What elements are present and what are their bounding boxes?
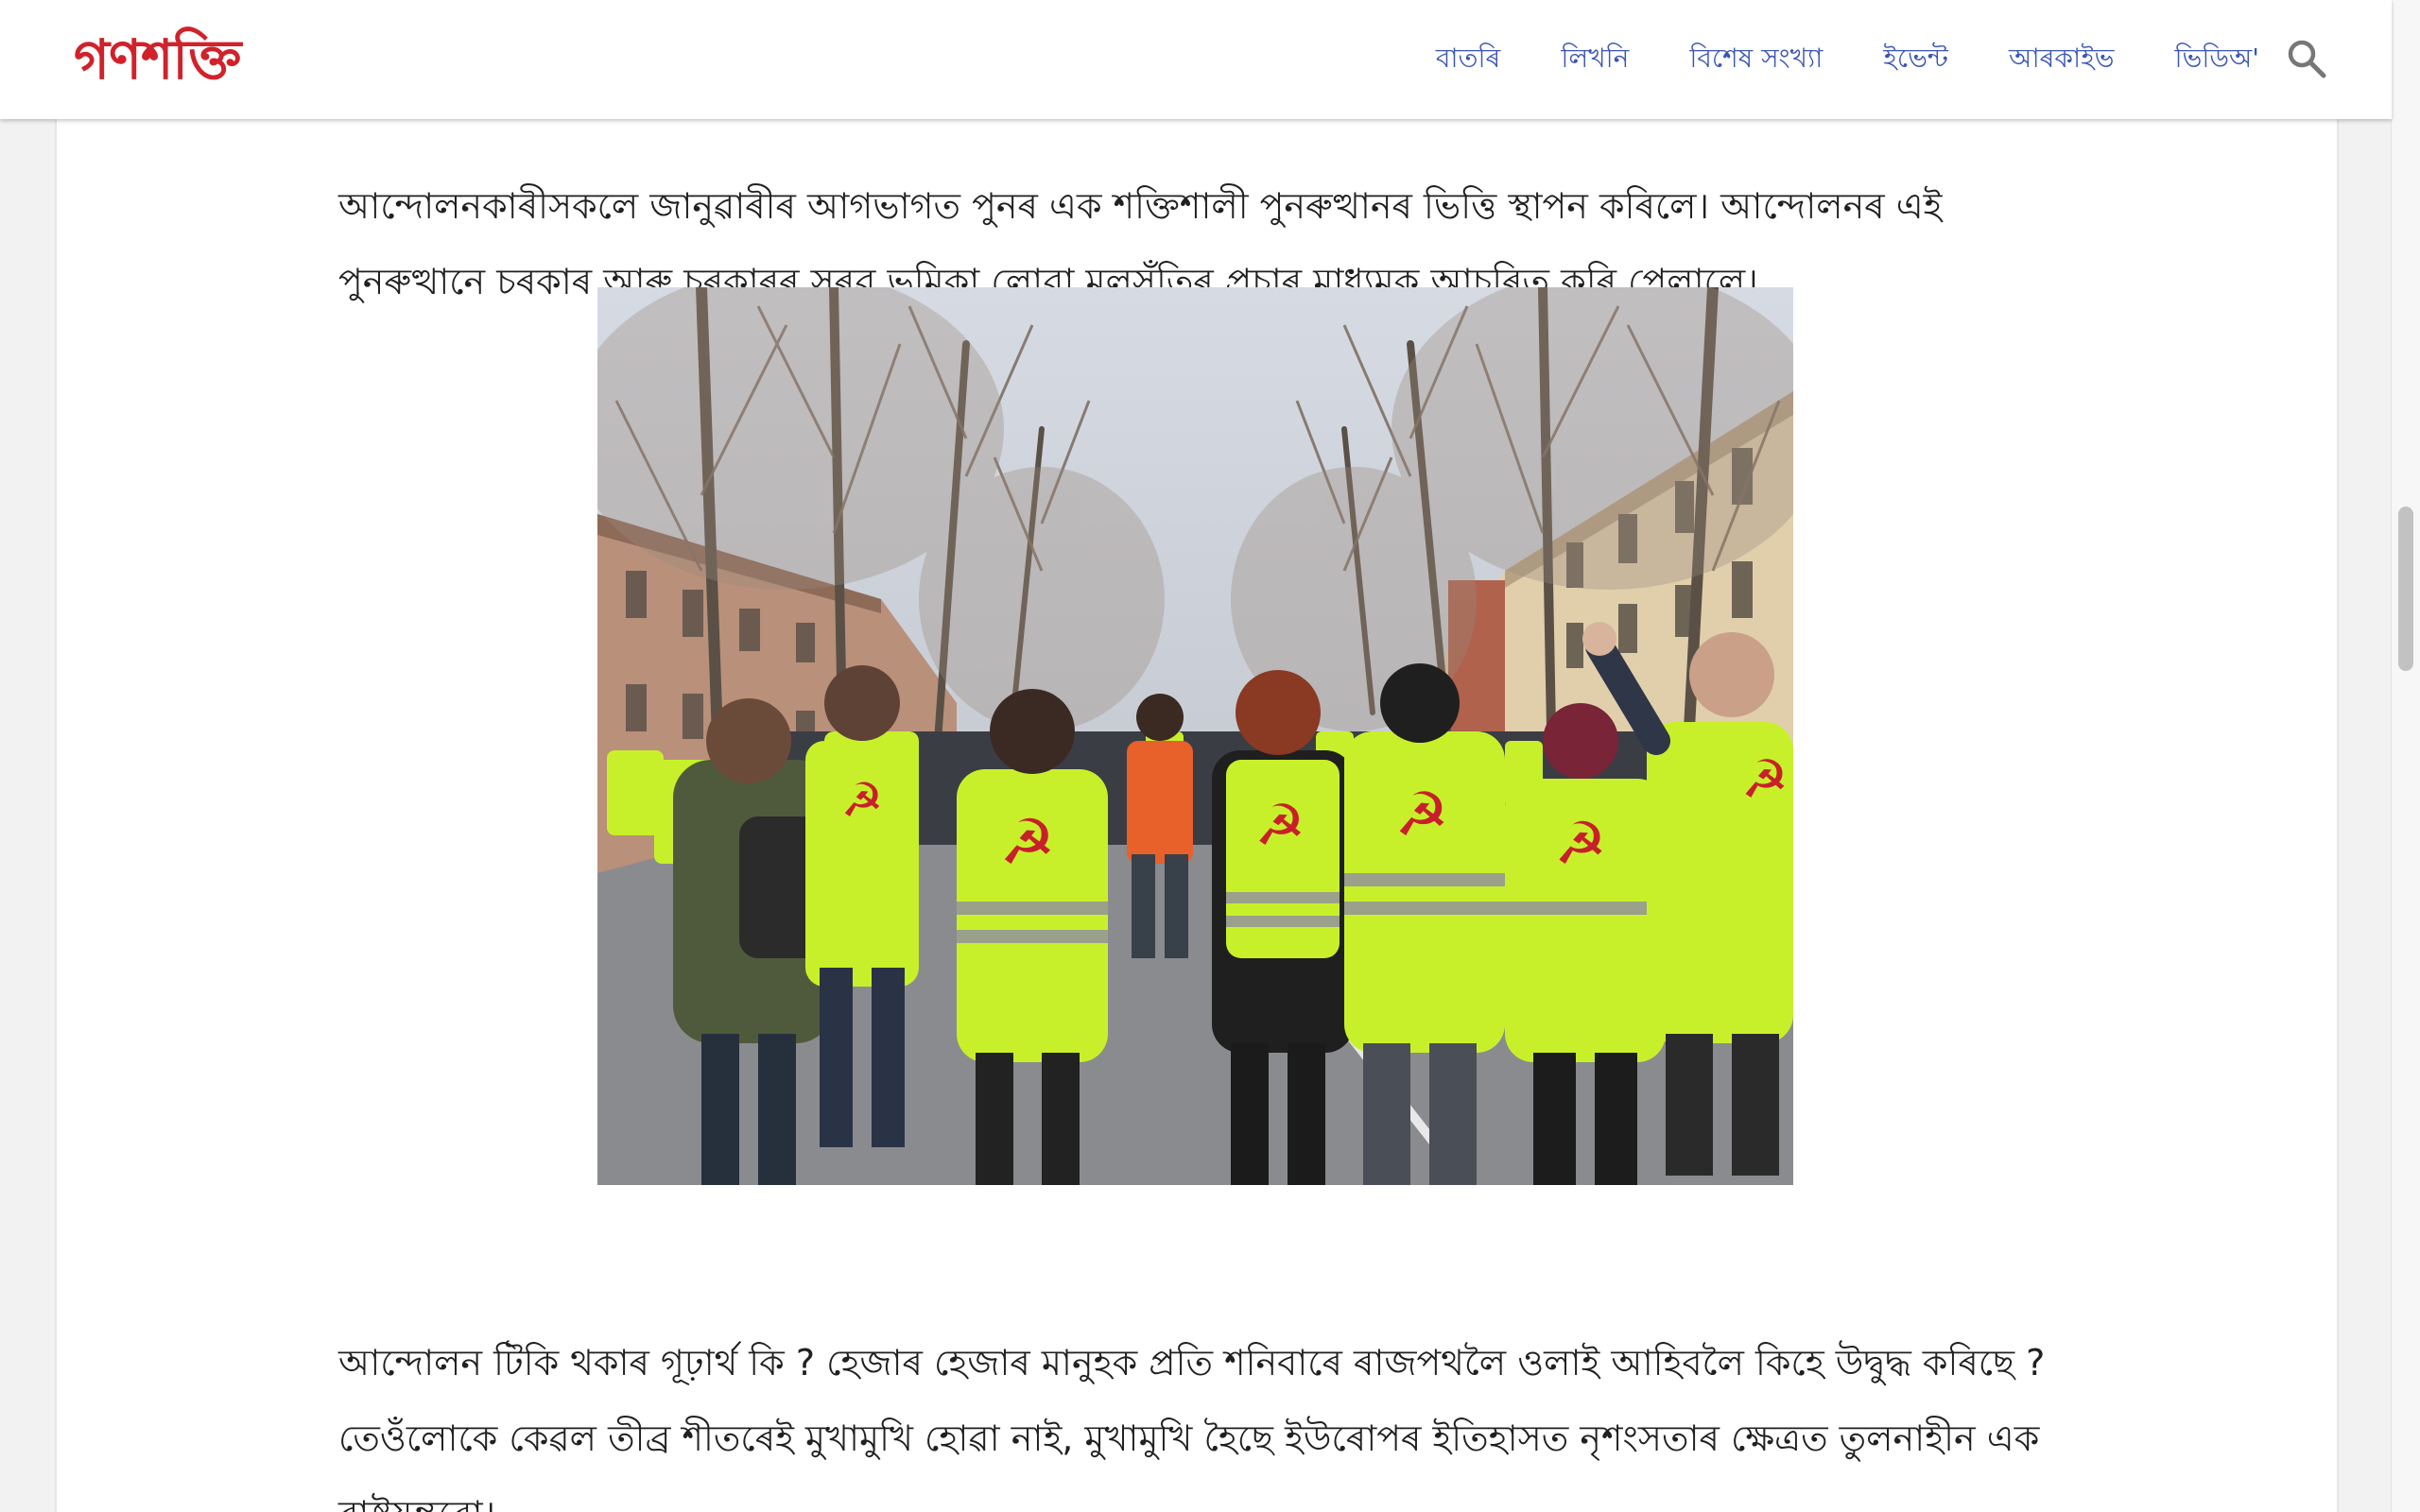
site-header: গণশক্তি বাতৰি লিখনি বিশেষ সংখ্যা ইভেন্ট …	[0, 0, 2392, 119]
svg-text:☭: ☭	[999, 806, 1055, 879]
nav-item-special-issue[interactable]: বিশেষ সংখ্যা	[1689, 38, 1823, 82]
svg-text:☭: ☭	[1254, 793, 1305, 859]
nav-item-event[interactable]: ইভেন্ট	[1883, 38, 1948, 82]
nav-item-video[interactable]: ভিডিঅ'	[2175, 38, 2259, 82]
nav-item-archive[interactable]: আৰকাইভ	[2009, 38, 2115, 82]
page-scrollbar[interactable]	[2391, 0, 2420, 1512]
search-icon[interactable]	[2284, 36, 2329, 81]
svg-text:☭: ☭	[841, 773, 884, 828]
svg-text:☭: ☭	[1394, 781, 1448, 850]
main-nav: বাতৰি লিখনি বিশেষ সংখ্যা ইভেন্ট আৰকাইভ ভ…	[1375, 0, 2259, 119]
article-paragraph: আন্দোলন টিকি থকাৰ গূঢ়াৰ্থ কি ? হেজাৰ হে…	[338, 1342, 2046, 1512]
nav-item-writings[interactable]: লিখনি	[1561, 38, 1629, 82]
svg-text:☭: ☭	[1554, 809, 1607, 878]
svg-text:☭: ☭	[1741, 749, 1789, 811]
site-logo[interactable]: গণশক্তি	[74, 26, 241, 93]
article-photo: ☭ ☭ ☭ ☭ ☭ ☭	[597, 287, 1793, 1185]
browser-page: গণশক্তি বাতৰি লিখনি বিশেষ সংখ্যা ইভেন্ট …	[0, 0, 2420, 1512]
scrollbar-thumb[interactable]	[2398, 507, 2413, 671]
nav-item-news[interactable]: বাতৰি	[1436, 38, 1501, 82]
